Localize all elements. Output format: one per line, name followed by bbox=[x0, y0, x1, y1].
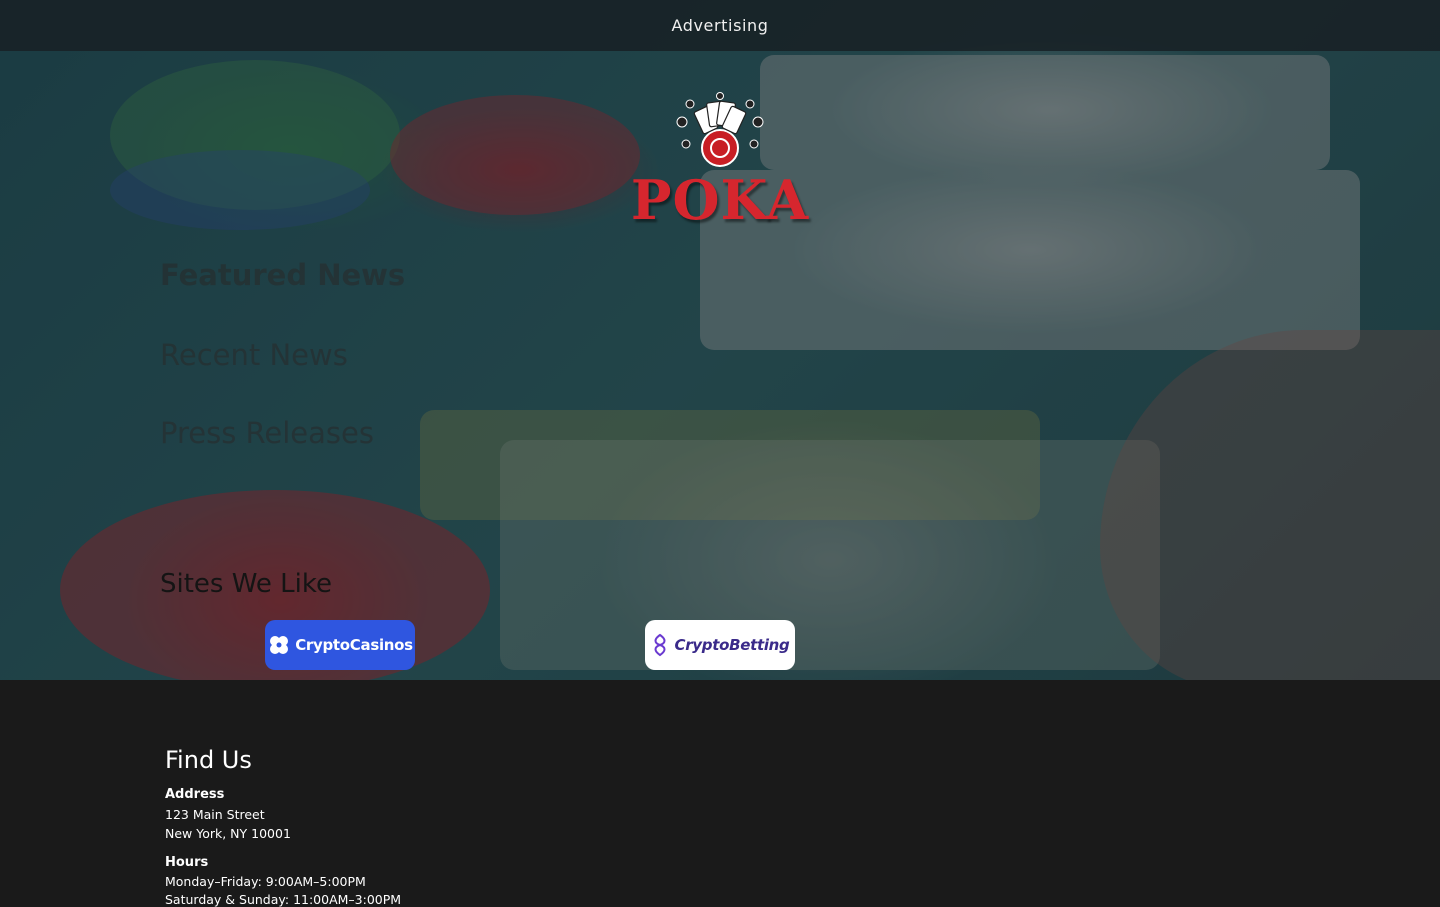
hours-label: Hours bbox=[165, 855, 209, 870]
cards-and-chips-icon bbox=[676, 92, 764, 167]
address-label: Address bbox=[165, 787, 225, 802]
nav-recent-news[interactable]: Recent News bbox=[160, 338, 348, 372]
nav-featured-news[interactable]: Featured News bbox=[160, 258, 405, 292]
sites-we-like-heading: Sites We Like bbox=[160, 569, 333, 599]
find-us-heading: Find Us bbox=[165, 746, 252, 774]
advertising-label: Advertising bbox=[671, 16, 769, 35]
hero-section: Advertising POKA Featured News Recent Ne… bbox=[0, 0, 1440, 680]
brand-name: POKA bbox=[630, 168, 810, 232]
hours-line: Monday–Friday: 9:00AM–5:00PM bbox=[165, 874, 366, 889]
clover-icon bbox=[270, 636, 289, 654]
nav-press-releases[interactable]: Press Releases bbox=[160, 416, 374, 450]
address-line: 123 Main Street bbox=[165, 807, 265, 822]
footer: Find Us Address 123 Main Street New York… bbox=[0, 680, 1440, 907]
cryptocasinos-link[interactable]: CryptoCasinos bbox=[265, 620, 415, 670]
cryptobetting-link[interactable]: CryptoBetting bbox=[645, 620, 795, 670]
address-line: New York, NY 10001 bbox=[165, 826, 291, 841]
advertising-bar[interactable]: Advertising bbox=[0, 0, 1440, 51]
cryptobetting-label: CryptoBetting bbox=[674, 636, 790, 654]
cryptocasinos-label: CryptoCasinos bbox=[295, 636, 413, 654]
crypto-betting-icon bbox=[655, 633, 666, 657]
site-logo[interactable]: POKA bbox=[628, 92, 812, 232]
